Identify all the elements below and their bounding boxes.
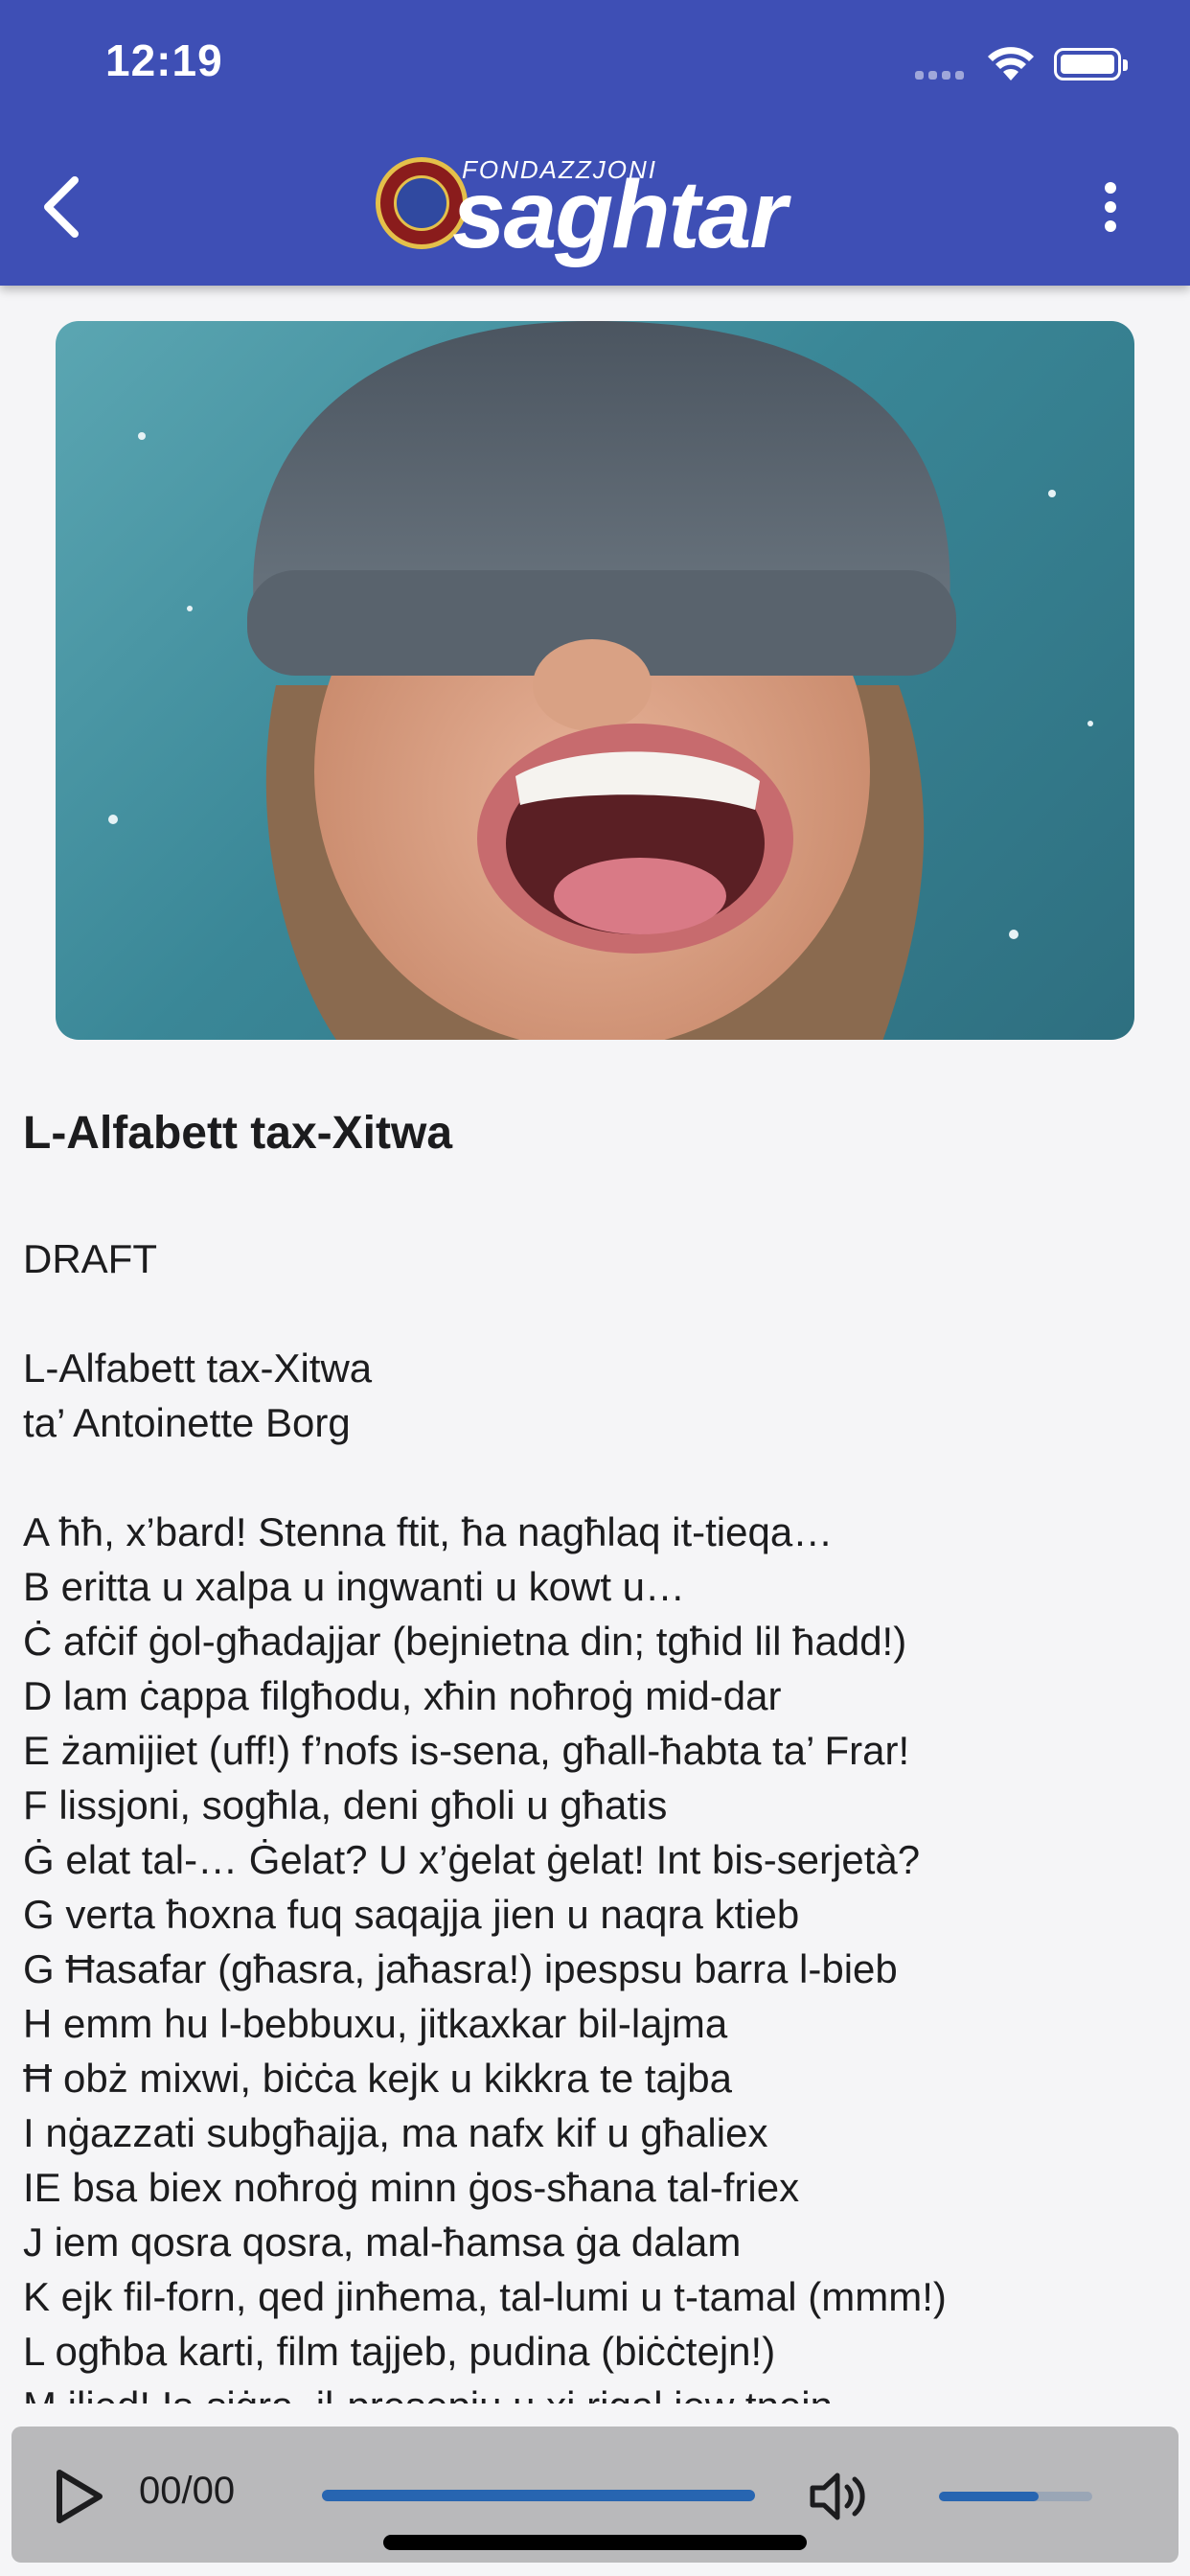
battery-icon (1054, 48, 1128, 80)
article-hero-image (56, 321, 1134, 1040)
poem-line: Ħ obż mixwi, biċċa kejk u kikkra te tajb… (23, 2056, 732, 2101)
photo-illustration (108, 321, 1093, 1040)
logo-wordmark: saghtar (452, 161, 787, 268)
poem-line: I nġazzati subgħajja, ma nafx kif u għal… (23, 2110, 768, 2155)
poem-title: L-Alfabett tax-Xitwa (23, 1346, 373, 1391)
chevron-left-icon (44, 176, 79, 238)
app-logo: FONDAZZJONI saghtar (376, 146, 835, 266)
wifi-icon (988, 47, 1034, 80)
poem-line: Ġ elat tal-… Ġelat? U x’ġelat ġelat! Int… (23, 1837, 921, 1882)
poem-line: E żamijiet (uff!) f’nofs is-sena, għall-… (23, 1728, 910, 1773)
poem-line: J iem qosra qosra, mal-ħamsa ġa dalam (23, 2220, 742, 2265)
back-button[interactable] (34, 172, 96, 242)
poem-line: B eritta u xalpa u ingwanti u kowt u… (23, 1564, 686, 1609)
cellular-signal-icon (915, 71, 973, 82)
volume-icon[interactable] (807, 2470, 874, 2523)
more-vertical-icon (1105, 182, 1116, 194)
app-header: 12:19 FONDAZZJONI saghtar (0, 0, 1190, 286)
poem-line: IE bsa biex noħroġ minn ġos-sħana tal-fr… (23, 2165, 800, 2210)
volume-slider[interactable] (939, 2492, 1092, 2501)
more-options-button[interactable] (1087, 178, 1134, 236)
volume-slider-fill (939, 2492, 1039, 2501)
play-icon[interactable] (50, 2467, 107, 2526)
poem-line: M ilied! Is-siġra, il-presepju u xi riga… (23, 2379, 1173, 2404)
poem-line: Ċ afċif ġol-għadajjar (bejnietna din; tg… (23, 1619, 907, 1664)
poem-line: F lissjoni, sogħla, deni għoli u għatis (23, 1782, 668, 1828)
article-body: DRAFT L-Alfabett tax-Xitwa ta’ Antoinett… (23, 1231, 1173, 2404)
status-time: 12:19 (105, 35, 223, 85)
poem-line: G verta ħoxna fuq saqajja jien u naqra k… (23, 1892, 800, 1937)
player-progress-bar[interactable] (322, 2490, 755, 2501)
scroll-content[interactable]: L-Alfabett tax-Xitwa DRAFT L-Alfabett ta… (0, 0, 1190, 2404)
home-indicator (383, 2535, 807, 2550)
poem-line: H emm hu l-bebbuxu, jitkaxkar bil-lajma (23, 2001, 728, 2046)
poem-line: A ħħ, x’bard! Stenna ftit, ħa nagħlaq it… (23, 1509, 834, 1554)
poem-line: D lam ċappa filgħodu, xħin noħroġ mid-da… (23, 1673, 782, 1718)
poem-line: L ogħba karti, film tajjeb, pudina (biċċ… (23, 2329, 776, 2374)
draft-label: DRAFT (23, 1236, 157, 1281)
poem-author: ta’ Antoinette Borg (23, 1400, 351, 1445)
poem-line: G Ħasafar (għasra, jaħasra!) ipespsu bar… (23, 1946, 898, 1991)
article-title: L-Alfabett tax-Xitwa (23, 1108, 453, 1159)
poem-line: K ejk fil-forn, qed jinħema, tal-lumi u … (23, 2274, 947, 2319)
player-time: 00/00 (139, 2470, 236, 2512)
